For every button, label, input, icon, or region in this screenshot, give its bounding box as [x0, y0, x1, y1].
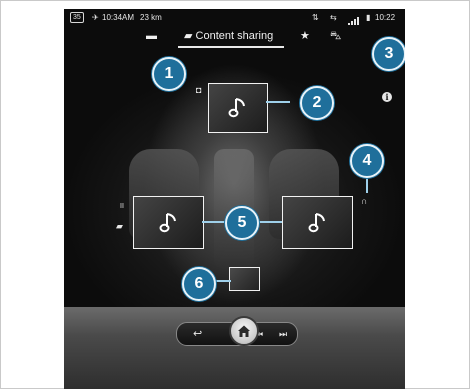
music-note-icon	[159, 212, 176, 232]
tab-bar: ▬ ▰ Content sharing ★ ⛍	[134, 27, 344, 48]
front-display-icon: ◘	[196, 85, 202, 95]
tab-content-sharing-label: Content sharing	[195, 30, 274, 42]
rear-left-media-tile[interactable]	[133, 196, 204, 249]
callout-4: 4	[350, 144, 384, 178]
star-icon: ★	[300, 30, 310, 42]
plane-icon: ✈	[92, 13, 99, 22]
status-distance: 23 km	[140, 13, 162, 22]
callout-2: 2	[300, 86, 334, 120]
back-icon[interactable]: ↩	[193, 327, 202, 341]
status-time-right: 10:22	[375, 13, 396, 22]
car-icon: ⛍	[330, 30, 342, 42]
seat-selection-tile[interactable]	[229, 267, 260, 291]
callout-5: 5	[225, 206, 259, 240]
front-media-tile[interactable]	[208, 83, 268, 133]
tab-favorites[interactable]: ★	[300, 28, 310, 44]
callout-2-leader	[266, 101, 290, 103]
rear-share-icon: ▰	[116, 221, 123, 231]
status-badge: 35	[70, 12, 84, 23]
next-track-icon[interactable]: ⏭	[279, 327, 287, 341]
tab-content-sharing[interactable]: ▰ Content sharing	[184, 28, 273, 44]
callout-3: 3	[372, 37, 405, 71]
rear-right-media-tile[interactable]	[282, 196, 353, 249]
usb-icon: ⇅	[312, 13, 319, 22]
music-note-icon	[228, 98, 245, 118]
music-note-icon	[308, 212, 325, 232]
callout-6: 6	[182, 267, 216, 301]
bottom-dock: ↩ ⏮ ⏭	[64, 307, 405, 389]
content-sharing-icon: ▰	[184, 30, 193, 42]
status-time-left: 10:34AM	[102, 13, 135, 22]
battery-icon: ▮	[366, 13, 371, 22]
mobile-icon: ⇆	[330, 13, 337, 22]
headphones-icon[interactable]: ∩	[361, 196, 367, 206]
tab-vehicle[interactable]: ⛍	[330, 28, 341, 44]
pause-icon[interactable]: II	[120, 202, 124, 212]
home-icon	[238, 325, 250, 337]
info-icon[interactable]: i	[382, 92, 392, 102]
status-bar: 35 ✈ 10:34AM 23 km ⇅ ⇆ ▮ 10:22	[64, 9, 405, 27]
tab-messages[interactable]: ▬	[146, 28, 157, 44]
media-display: 35 ✈ 10:34AM 23 km ⇅ ⇆ ▮ 10:22 ▬ ▰ Conte…	[64, 9, 405, 389]
home-button[interactable]	[229, 316, 259, 346]
callout-4-leader	[366, 177, 368, 193]
callout-1: 1	[152, 57, 186, 91]
messages-icon: ▬	[146, 30, 157, 42]
active-tab-indicator	[178, 46, 284, 48]
